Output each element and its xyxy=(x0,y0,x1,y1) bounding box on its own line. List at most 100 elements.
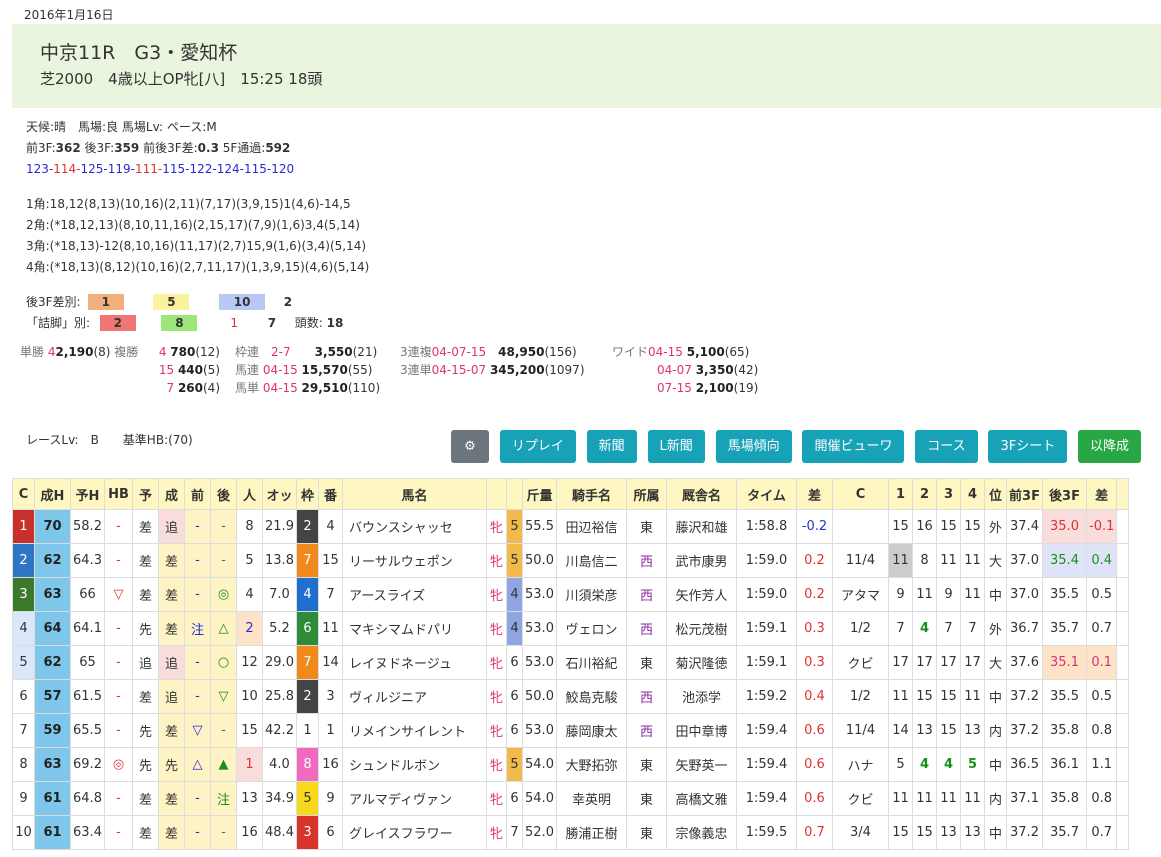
diff-cell: 0.3 xyxy=(796,645,833,680)
col-header[interactable]: C xyxy=(12,478,35,510)
jockey-cell[interactable]: 藤岡康太 xyxy=(556,713,627,748)
c1-cell: 11 xyxy=(888,781,913,816)
pop-cell: 10 xyxy=(236,679,263,714)
course-button[interactable]: コース xyxy=(915,430,978,463)
jockey-cell[interactable]: 勝浦正樹 xyxy=(556,815,627,850)
payout-label: 複勝 xyxy=(114,345,139,359)
odds-cell: 13.8 xyxy=(262,543,297,578)
mae-cell: - xyxy=(184,509,211,544)
diff-cell: 0.2 xyxy=(796,577,833,612)
payout-label: 3連複 xyxy=(400,345,432,359)
table-row[interactable]: 10 61 63.4- 差差 - -16 48.4 3 6 グレイスフラワー牝 7 52.0 勝浦正樹東… xyxy=(12,815,1130,850)
table-row[interactable]: 9 61 64.8- 差差 - 注 13 34.9 5 9 アルマディヴァン牝 6 54.0 幸英明東高橋… xyxy=(12,781,1130,816)
payout-number: 04-15 xyxy=(262,381,298,395)
horse-name[interactable]: アルマディヴァン xyxy=(342,781,487,816)
agari-label: 後3F差別: xyxy=(26,295,81,309)
l3-cell: 35.7 xyxy=(1042,611,1087,646)
track-trend-button[interactable]: 馬場傾向 xyxy=(715,430,792,463)
diff-cell: 0.6 xyxy=(796,747,833,782)
jockey-cell[interactable]: 幸英明 xyxy=(556,781,627,816)
sex-cell: 牝 xyxy=(486,611,507,646)
sei-cell: 差 xyxy=(158,781,185,816)
yh-cell: 64.8 xyxy=(70,781,105,816)
jockey-cell[interactable]: ヴェロン xyxy=(556,611,627,646)
trainer-cell[interactable]: 菊沢隆徳 xyxy=(666,645,737,680)
time-cell: 1:58.8 xyxy=(736,509,797,544)
horse-name[interactable]: レイヌドネージュ xyxy=(342,645,487,680)
sex-cell: 牝 xyxy=(486,509,507,544)
f3-cell: 37.2 xyxy=(1006,713,1043,748)
jockey-cell[interactable]: 田辺裕信 xyxy=(556,509,627,544)
col-header[interactable]: C xyxy=(832,478,889,510)
pop-cell: 2 xyxy=(236,611,263,646)
news-button[interactable]: 新聞 xyxy=(586,430,637,463)
trainer-cell[interactable]: 高橋文雅 xyxy=(666,781,737,816)
horse-name[interactable]: リーサルウェポン xyxy=(342,543,487,578)
table-row[interactable]: 5 62 65- 追追 - ○ 12 29.0 7 14 レイヌドネージュ牝 6 53.0 石川裕紀東菊沢… xyxy=(12,645,1130,680)
payout-fukusho: 4 780(12) 15 440(5) 7 260(4) xyxy=(150,343,220,397)
c3-cell: 11 xyxy=(936,781,961,816)
trainer-cell[interactable]: 矢野英一 xyxy=(666,747,737,782)
pace-value: 0.3 xyxy=(197,141,219,155)
pos-cell: 中 xyxy=(984,815,1007,850)
horse-name[interactable]: ヴィルジニア xyxy=(342,679,487,714)
c3-cell: 15 xyxy=(936,713,961,748)
trainer-cell[interactable]: 藤沢和雄 xyxy=(666,509,737,544)
table-row[interactable]: 7 59 65.5- 先差 ▽ -15 42.2 1 1 リメインサイレント牝 6 53.0 藤岡康太西… xyxy=(12,713,1130,748)
trainer-cell[interactable]: 池添学 xyxy=(666,679,737,714)
pos-cell: 大 xyxy=(984,543,1007,578)
num-cell: 9 xyxy=(318,781,343,816)
horse-name[interactable]: マキシマムドパリ xyxy=(342,611,487,646)
c3-cell: 11 xyxy=(936,543,961,578)
margin-cell: アタマ xyxy=(832,577,889,612)
gear-icon[interactable]: ⚙ xyxy=(451,430,489,463)
col-header: 斤量 xyxy=(522,478,557,510)
horse-name[interactable]: グレイスフラワー xyxy=(342,815,487,850)
col-header: 後 xyxy=(210,478,237,510)
horse-name[interactable]: バウンスシャッセ xyxy=(342,509,487,544)
diff-cell: 0.2 xyxy=(796,543,833,578)
replay-button[interactable]: リプレイ xyxy=(499,430,576,463)
table-row[interactable]: 8 63 69.2 ◎ 先先 △ ▲ 1 4.0 8 16 シュンドルボン牝 5 54.0 大野拓弥東矢野英… xyxy=(12,747,1130,782)
trainer-cell[interactable]: 武市康男 xyxy=(666,543,737,578)
sheet3f-button[interactable]: 3Fシート xyxy=(988,430,1068,463)
jockey-cell[interactable]: 川島信二 xyxy=(556,543,627,578)
table-row[interactable]: 1 70 58.2- 差追 - -8 21.9 2 4 バウンスシャッセ牝 5 55.5 田辺裕信東藤沢… xyxy=(12,509,1130,544)
d3-cell: 0.8 xyxy=(1085,713,1118,748)
after-button[interactable]: 以降成 xyxy=(1078,430,1142,463)
trainer-cell[interactable]: 宗像義忠 xyxy=(666,815,737,850)
col-header: 人 xyxy=(236,478,263,510)
table-row[interactable]: 4 64 64.1- 先差注 △ 2 5.2 6 11 マキシマムドパリ牝 4 53.0 ヴェロン西松元… xyxy=(12,611,1130,646)
table-row[interactable]: 6 57 61.5- 差追 - ▽ 10 25.8 2 3 ヴィルジニア牝 6 50.0 鮫島克駿西池添学… xyxy=(12,679,1130,714)
sei-cell: 差 xyxy=(158,611,185,646)
h-cell: 61 xyxy=(34,815,71,850)
jockey-cell[interactable]: 川須栄彦 xyxy=(556,577,627,612)
jockey-cell[interactable]: 石川裕紀 xyxy=(556,645,627,680)
trainer-cell[interactable]: 矢作芳人 xyxy=(666,577,737,612)
pos-cell: 内 xyxy=(984,713,1007,748)
trainer-cell[interactable]: 田中章博 xyxy=(666,713,737,748)
edge-cell xyxy=(1116,611,1130,646)
payout-number: 15 xyxy=(158,363,175,377)
payout-pop: (42) xyxy=(733,363,759,377)
horse-name[interactable]: リメインサイレント xyxy=(342,713,487,748)
pop-cell: 4 xyxy=(236,577,263,612)
horse-name[interactable]: シュンドルボン xyxy=(342,747,487,782)
lnews-button[interactable]: L新聞 xyxy=(647,430,705,463)
pop-cell: 13 xyxy=(236,781,263,816)
viewer-button[interactable]: 開催ビューワ xyxy=(802,430,905,463)
weight-cell: 53.0 xyxy=(522,645,557,680)
jockey-cell[interactable]: 鮫島克駿 xyxy=(556,679,627,714)
h-cell: 63 xyxy=(34,577,71,612)
col-header: 馬名 xyxy=(342,478,487,510)
time-cell: 1:59.2 xyxy=(736,679,797,714)
trainer-cell[interactable]: 松元茂樹 xyxy=(666,611,737,646)
hb-cell: ◎ xyxy=(104,747,133,782)
payout-sanren-group: 3連複04-07-15 48,950(156) 3連単04-15-07 345,… xyxy=(400,343,585,379)
horse-name[interactable]: アースライズ xyxy=(342,577,487,612)
rank-cell: 10 xyxy=(12,815,35,850)
table-row[interactable]: 2 62 64.3- 差差 - -5 13.8 7 15 リーサルウェポン牝 5 50.0 川島信二西武… xyxy=(12,543,1130,578)
table-row[interactable]: 3 63 66 ▽ 差差 - ◎ 4 7.0 4 7 アースライズ牝 4 53.0 川須栄彦西矢作芳人 1:5… xyxy=(12,577,1130,612)
jockey-cell[interactable]: 大野拓弥 xyxy=(556,747,627,782)
payout-amount: 3,550 xyxy=(314,345,353,359)
